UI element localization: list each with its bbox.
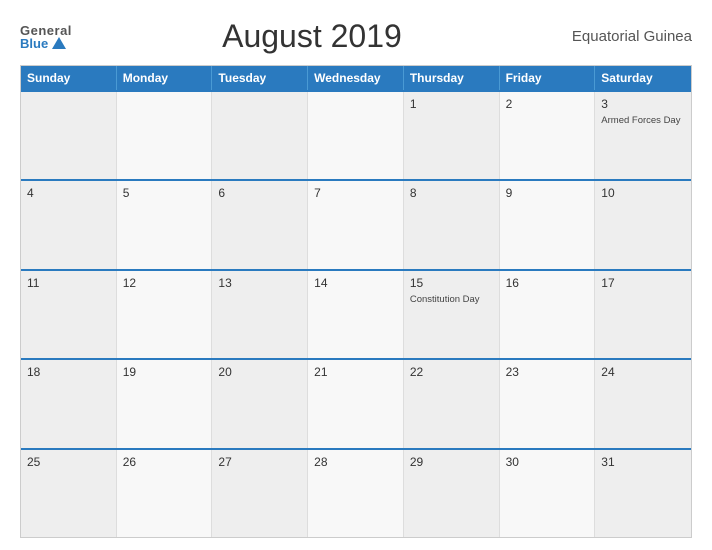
cell-w1-mon <box>117 92 213 179</box>
calendar-header-row: Sunday Monday Tuesday Wednesday Thursday… <box>21 66 691 90</box>
cell-w4-sat: 24 <box>595 360 691 447</box>
country-name: Equatorial Guinea <box>552 28 692 45</box>
cell-w4-tue: 20 <box>212 360 308 447</box>
cell-w2-tue: 6 <box>212 181 308 268</box>
logo-general-text: General <box>20 24 72 37</box>
logo-triangle-icon <box>52 37 66 49</box>
cell-w5-thu: 29 <box>404 450 500 537</box>
cell-w3-fri: 16 <box>500 271 596 358</box>
cell-w2-wed: 7 <box>308 181 404 268</box>
col-tuesday: Tuesday <box>212 66 308 90</box>
calendar-week-3: 11 12 13 14 15 Constitution Day 16 17 <box>21 269 691 358</box>
cell-w2-thu: 8 <box>404 181 500 268</box>
logo: General Blue <box>20 24 72 50</box>
logo-blue-row: Blue <box>20 37 66 50</box>
cell-w3-mon: 12 <box>117 271 213 358</box>
col-wednesday: Wednesday <box>308 66 404 90</box>
cell-w4-fri: 23 <box>500 360 596 447</box>
cell-w2-sun: 4 <box>21 181 117 268</box>
calendar-body: 1 2 3 Armed Forces Day 4 5 6 7 8 9 10 11 <box>21 90 691 537</box>
cell-w5-mon: 26 <box>117 450 213 537</box>
cell-w2-mon: 5 <box>117 181 213 268</box>
cell-w4-mon: 19 <box>117 360 213 447</box>
cell-w5-wed: 28 <box>308 450 404 537</box>
cell-w3-tue: 13 <box>212 271 308 358</box>
cell-w2-fri: 9 <box>500 181 596 268</box>
page: General Blue August 2019 Equatorial Guin… <box>0 0 712 550</box>
cell-w3-thu: 15 Constitution Day <box>404 271 500 358</box>
col-sunday: Sunday <box>21 66 117 90</box>
cell-w1-fri: 2 <box>500 92 596 179</box>
cell-w4-thu: 22 <box>404 360 500 447</box>
calendar-week-2: 4 5 6 7 8 9 10 <box>21 179 691 268</box>
col-thursday: Thursday <box>404 66 500 90</box>
calendar-week-1: 1 2 3 Armed Forces Day <box>21 90 691 179</box>
cell-w5-tue: 27 <box>212 450 308 537</box>
cell-w4-wed: 21 <box>308 360 404 447</box>
calendar-title: August 2019 <box>72 18 552 55</box>
calendar: Sunday Monday Tuesday Wednesday Thursday… <box>20 65 692 538</box>
cell-w4-sun: 18 <box>21 360 117 447</box>
cell-w2-sat: 10 <box>595 181 691 268</box>
cell-w1-sun <box>21 92 117 179</box>
cell-w5-sat: 31 <box>595 450 691 537</box>
col-saturday: Saturday <box>595 66 691 90</box>
cell-w1-tue <box>212 92 308 179</box>
cell-w5-sun: 25 <box>21 450 117 537</box>
header: General Blue August 2019 Equatorial Guin… <box>20 18 692 55</box>
cell-w3-sun: 11 <box>21 271 117 358</box>
logo-blue-text: Blue <box>20 37 48 50</box>
cell-w1-thu: 1 <box>404 92 500 179</box>
calendar-week-4: 18 19 20 21 22 23 24 <box>21 358 691 447</box>
cell-w3-wed: 14 <box>308 271 404 358</box>
calendar-week-5: 25 26 27 28 29 30 31 <box>21 448 691 537</box>
cell-w3-sat: 17 <box>595 271 691 358</box>
cell-w5-fri: 30 <box>500 450 596 537</box>
col-friday: Friday <box>500 66 596 90</box>
cell-w1-wed <box>308 92 404 179</box>
col-monday: Monday <box>117 66 213 90</box>
cell-w1-sat: 3 Armed Forces Day <box>595 92 691 179</box>
